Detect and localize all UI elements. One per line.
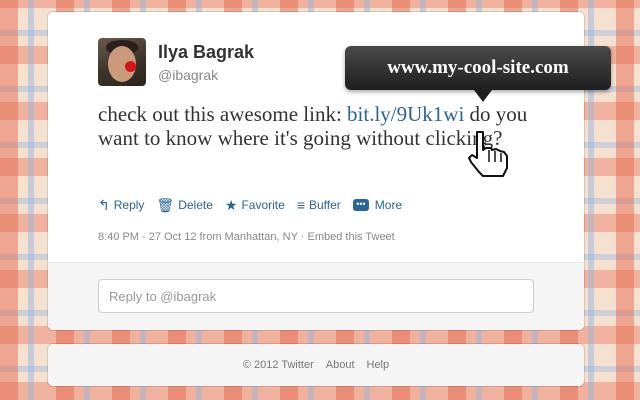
star-icon: ★ (224, 197, 238, 213)
tweet-meta: 8:40 PM - 27 Oct 12 from Manhattan, NY ·… (98, 231, 395, 243)
tooltip-arrow (474, 90, 492, 102)
reply-label: Reply (113, 198, 145, 212)
more-label: More (374, 198, 403, 212)
hand-cursor-icon (468, 131, 508, 177)
footer-help-link[interactable]: Help (367, 359, 390, 371)
url-tooltip: www.my-cool-site.com (345, 46, 611, 90)
footer: © 2012 Twitter About Help (48, 344, 584, 386)
delete-label: Delete (178, 198, 213, 212)
reply-button[interactable]: ↰ Reply (98, 198, 144, 212)
footer-about-link[interactable]: About (326, 359, 355, 371)
delete-button[interactable]: 🗑 Delete (156, 198, 212, 212)
footer-copyright: © 2012 Twitter (242, 359, 314, 371)
favorite-label: Favorite (241, 198, 285, 212)
buffer-label: Buffer (308, 198, 341, 212)
tweet-text-before-link: check out this awesome link: (98, 102, 348, 126)
reply-area (48, 262, 584, 330)
more-button[interactable]: ••• More (352, 198, 403, 212)
user-name[interactable]: Ilya Bagrak (158, 42, 254, 63)
user-handle[interactable]: @ibagrak (158, 67, 218, 83)
avatar[interactable] (98, 38, 146, 86)
buffer-button[interactable]: ≡ Buffer (297, 198, 341, 212)
tweet-link[interactable]: bit.ly/9Uk1wi (347, 102, 464, 126)
reply-input[interactable] (98, 279, 534, 313)
more-icon: ••• (352, 199, 369, 211)
reply-icon: ↰ (98, 197, 110, 213)
favorite-button[interactable]: ★ Favorite (225, 198, 285, 212)
buffer-icon: ≡ (296, 197, 305, 213)
tweet-actions: ↰ Reply 🗑 Delete ★ Favorite ≡ Buffer •••… (98, 198, 414, 212)
trash-icon: 🗑 (156, 197, 175, 213)
